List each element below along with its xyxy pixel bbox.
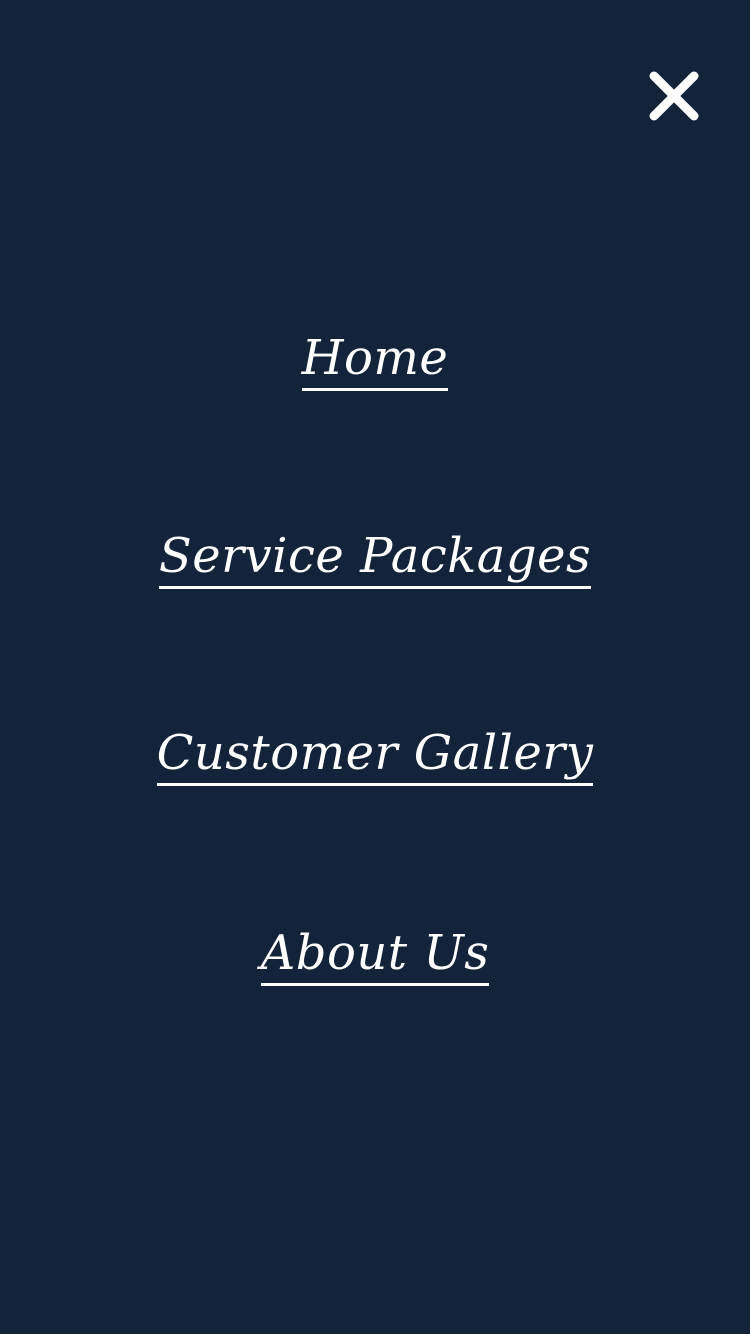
main-navigation: Home Service Packages Customer Gallery A… (0, 0, 750, 1334)
nav-link-service-packages[interactable]: Service Packages (158, 528, 592, 589)
nav-item-customer-gallery: Customer Gallery (0, 725, 750, 805)
nav-link-about-us[interactable]: About Us (260, 925, 490, 986)
nav-item-service-packages: Service Packages (0, 528, 750, 608)
nav-link-home[interactable]: Home (301, 330, 449, 391)
mobile-menu-overlay: Home Service Packages Customer Gallery A… (0, 0, 750, 1334)
nav-link-customer-gallery[interactable]: Customer Gallery (156, 725, 594, 786)
nav-item-home: Home (0, 330, 750, 410)
nav-item-about-us: About Us (0, 925, 750, 1005)
